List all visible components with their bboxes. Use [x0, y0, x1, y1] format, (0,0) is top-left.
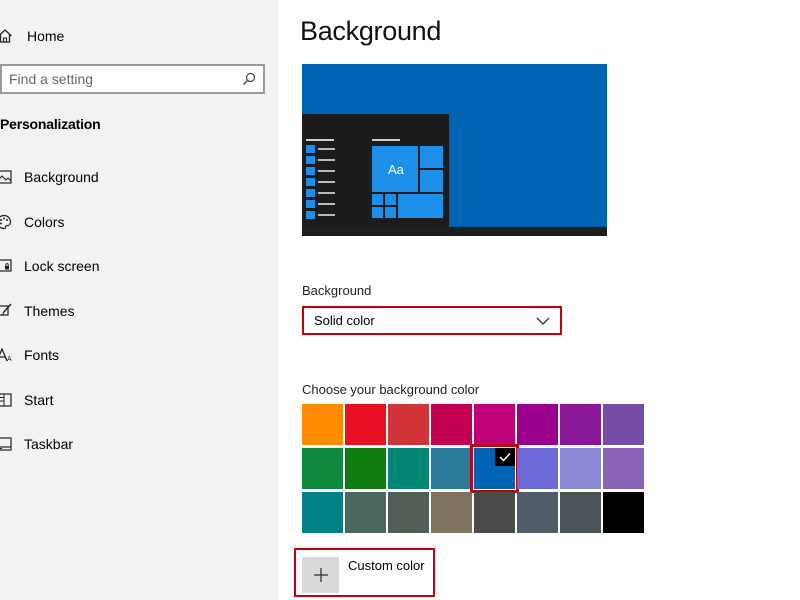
search-box[interactable]: [0, 64, 265, 94]
section-title: Personalization: [0, 116, 101, 132]
search-icon[interactable]: [241, 71, 257, 87]
font-icon: A: [0, 345, 14, 365]
start-icon: [0, 390, 14, 410]
custom-color-label: Custom color: [348, 558, 425, 573]
sidebar-item-label: Colors: [24, 214, 65, 230]
color-swatch[interactable]: [474, 492, 515, 533]
nav-home-label: Home: [27, 28, 65, 44]
color-swatch[interactable]: [302, 492, 343, 533]
background-label: Background: [302, 283, 372, 298]
checkmark-icon: [495, 448, 515, 466]
color-swatch[interactable]: [517, 404, 558, 445]
nav-home[interactable]: Home: [0, 22, 64, 50]
custom-color-button[interactable]: Custom color: [294, 548, 435, 597]
preview-illustration: [302, 64, 607, 236]
color-swatch[interactable]: [431, 492, 472, 533]
brush-icon: [0, 301, 14, 321]
sidebar-item-label: Taskbar: [24, 436, 74, 452]
desktop-preview: Aa: [302, 64, 607, 236]
sidebar-item-background[interactable]: Background: [0, 164, 99, 190]
sidebar-item-colors[interactable]: Colors: [0, 209, 64, 235]
color-swatch[interactable]: [345, 404, 386, 445]
color-swatch[interactable]: [345, 448, 386, 489]
chevron-down-icon: [536, 312, 550, 330]
color-swatch[interactable]: [560, 492, 601, 533]
color-swatch[interactable]: [388, 492, 429, 533]
sidebar-item-fonts[interactable]: A Fonts: [0, 342, 59, 368]
svg-text:A: A: [7, 356, 12, 362]
color-swatch[interactable]: [431, 404, 472, 445]
taskbar-icon: [0, 434, 14, 454]
color-swatch[interactable]: [302, 404, 343, 445]
sidebar-item-label: Lock screen: [24, 258, 100, 274]
sidebar-item-label: Fonts: [24, 347, 60, 363]
color-swatch[interactable]: [302, 448, 343, 489]
background-type-dropdown[interactable]: Solid color: [302, 306, 562, 335]
color-swatch[interactable]: [388, 448, 429, 489]
lock-screen-icon: [0, 256, 14, 276]
sidebar-item-start[interactable]: Start: [0, 387, 54, 413]
dropdown-value: Solid color: [314, 313, 375, 328]
sidebar-item-label: Start: [24, 392, 54, 408]
color-swatch[interactable]: [560, 404, 601, 445]
color-swatch[interactable]: [517, 492, 558, 533]
color-swatch[interactable]: [474, 404, 515, 445]
color-swatch[interactable]: [517, 448, 558, 489]
sidebar-item-themes[interactable]: Themes: [0, 298, 75, 324]
sidebar: Home Personalization Background Colors L…: [0, 0, 278, 600]
color-swatch[interactable]: [431, 448, 472, 489]
color-swatch[interactable]: [603, 404, 644, 445]
color-swatch-grid: [302, 404, 644, 534]
color-swatch[interactable]: [603, 448, 644, 489]
sidebar-item-lock-screen[interactable]: Lock screen: [0, 253, 99, 279]
choose-color-label: Choose your background color: [302, 382, 480, 397]
home-icon: [0, 25, 16, 47]
picture-icon: [0, 167, 14, 187]
page-title: Background: [300, 16, 442, 46]
sidebar-item-label: Themes: [24, 303, 75, 319]
color-swatch[interactable]: [470, 444, 519, 493]
palette-icon: [0, 212, 14, 232]
plus-icon: [302, 557, 339, 593]
color-swatch[interactable]: [603, 492, 644, 533]
preview-tile-label: Aa: [388, 162, 404, 177]
search-input[interactable]: [2, 71, 232, 87]
sidebar-item-taskbar[interactable]: Taskbar: [0, 431, 73, 457]
color-swatch[interactable]: [560, 448, 601, 489]
color-swatch[interactable]: [345, 492, 386, 533]
sidebar-item-label: Background: [24, 169, 99, 185]
color-swatch[interactable]: [388, 404, 429, 445]
main-panel: Background Aa Background Solid color Cho…: [278, 0, 800, 600]
